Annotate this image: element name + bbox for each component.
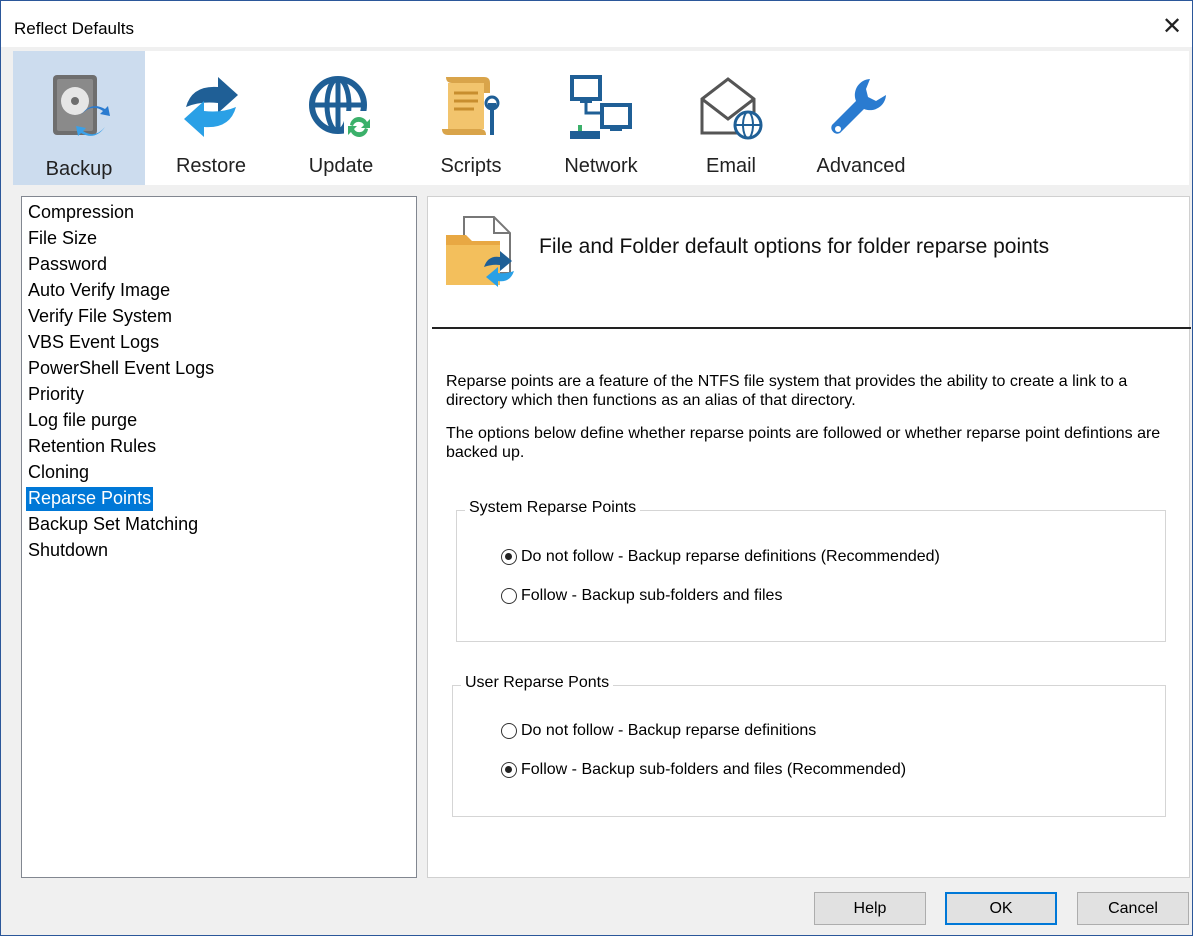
update-globe-icon (309, 76, 374, 141)
system-follow-option[interactable]: Follow - Backup sub-folders and files (501, 587, 782, 605)
list-item-vbs-event-logs[interactable]: VBS Event Logs (26, 331, 161, 355)
system-do-not-follow-option[interactable]: Do not follow - Backup reparse definitio… (501, 548, 940, 566)
email-envelope-icon (700, 77, 763, 140)
window-title: Reflect Defaults (14, 19, 134, 38)
header-divider (432, 327, 1191, 329)
toolbar-advanced-label: Advanced (816, 155, 906, 177)
radio-label: Follow - Backup sub-folders and files (521, 587, 783, 604)
help-button[interactable]: Help (814, 892, 926, 925)
radio-label: Do not follow - Backup reparse definitio… (521, 722, 817, 739)
toolbar-network[interactable]: Network (536, 51, 666, 185)
close-icon[interactable]: ✕ (1152, 9, 1192, 45)
options-panel: File and Folder default options for fold… (427, 196, 1191, 878)
list-item-auto-verify-image[interactable]: Auto Verify Image (26, 279, 172, 303)
toolbar-update-label: Update (308, 155, 374, 177)
group-legend-system: System Reparse Points (465, 499, 641, 517)
user-do-not-follow-option[interactable]: Do not follow - Backup reparse definitio… (501, 722, 816, 740)
folder-reparse-icon (446, 216, 514, 287)
list-item-reparse-points[interactable]: Reparse Points (26, 487, 154, 511)
ok-button[interactable]: OK (945, 892, 1057, 925)
radio-button[interactable] (501, 762, 517, 778)
cancel-button[interactable]: Cancel (1077, 892, 1189, 925)
user-follow-option[interactable]: Follow - Backup sub-folders and files (R… (501, 761, 906, 779)
description-options: The options below define whether reparse… (446, 425, 1161, 461)
toolbar-scripts-label: Scripts (440, 155, 502, 177)
list-item-password[interactable]: Password (26, 253, 109, 277)
list-item-powershell-event-logs[interactable]: PowerShell Event Logs (26, 357, 216, 381)
toolbar-scripts[interactable]: Scripts (406, 51, 536, 185)
toolbar-network-label: Network (564, 155, 638, 177)
backup-disk-icon (53, 75, 110, 136)
network-computers-icon (570, 75, 632, 139)
dialog-window: Reflect Defaults ✕ Backup Restore Update… (0, 0, 1193, 936)
user-reparse-points-group: User Reparse Ponts Do not follow - Backu… (452, 674, 1166, 817)
toolbar-email-label: Email (705, 155, 756, 177)
settings-category-list: Compression File Size Password Auto Veri… (21, 196, 417, 878)
list-item-priority[interactable]: Priority (26, 383, 86, 407)
list-item-shutdown[interactable]: Shutdown (26, 539, 110, 563)
title-bar: Reflect Defaults ✕ (1, 1, 1192, 47)
scripts-scroll-icon (442, 77, 500, 135)
list-item-cloning[interactable]: Cloning (26, 461, 91, 485)
list-item-file-size[interactable]: File Size (26, 227, 99, 251)
list-item-log-file-purge[interactable]: Log file purge (26, 409, 139, 433)
wrench-icon (831, 79, 886, 134)
system-reparse-points-group: System Reparse Points Do not follow - Ba… (456, 499, 1166, 642)
list-item-retention-rules[interactable]: Retention Rules (26, 435, 158, 459)
toolbar-update[interactable]: Update (276, 51, 406, 185)
group-legend-user: User Reparse Ponts (461, 674, 614, 692)
radio-button[interactable] (501, 549, 517, 565)
list-item-compression[interactable]: Compression (26, 201, 136, 225)
restore-arrows-icon (184, 77, 238, 137)
description-reparse-points: Reparse points are a feature of the NTFS… (446, 373, 1128, 409)
radio-button[interactable] (501, 588, 517, 604)
page-title: File and Folder default options for fold… (539, 235, 1050, 258)
radio-label: Do not follow - Backup reparse definitio… (521, 548, 940, 565)
category-toolbar: Backup Restore Update Scripts Network Em… (13, 51, 1189, 185)
toolbar-backup-label: Backup (45, 158, 113, 180)
radio-button[interactable] (501, 723, 517, 739)
toolbar-restore-label: Restore (175, 155, 247, 177)
toolbar-email[interactable]: Email (666, 51, 796, 185)
toolbar-restore[interactable]: Restore (146, 51, 276, 185)
toolbar-backup[interactable]: Backup (13, 51, 145, 185)
radio-label: Follow - Backup sub-folders and files (R… (521, 761, 907, 778)
list-item-backup-set-matching[interactable]: Backup Set Matching (26, 513, 200, 537)
toolbar-advanced[interactable]: Advanced (796, 51, 926, 185)
list-item-verify-file-system[interactable]: Verify File System (26, 305, 174, 329)
